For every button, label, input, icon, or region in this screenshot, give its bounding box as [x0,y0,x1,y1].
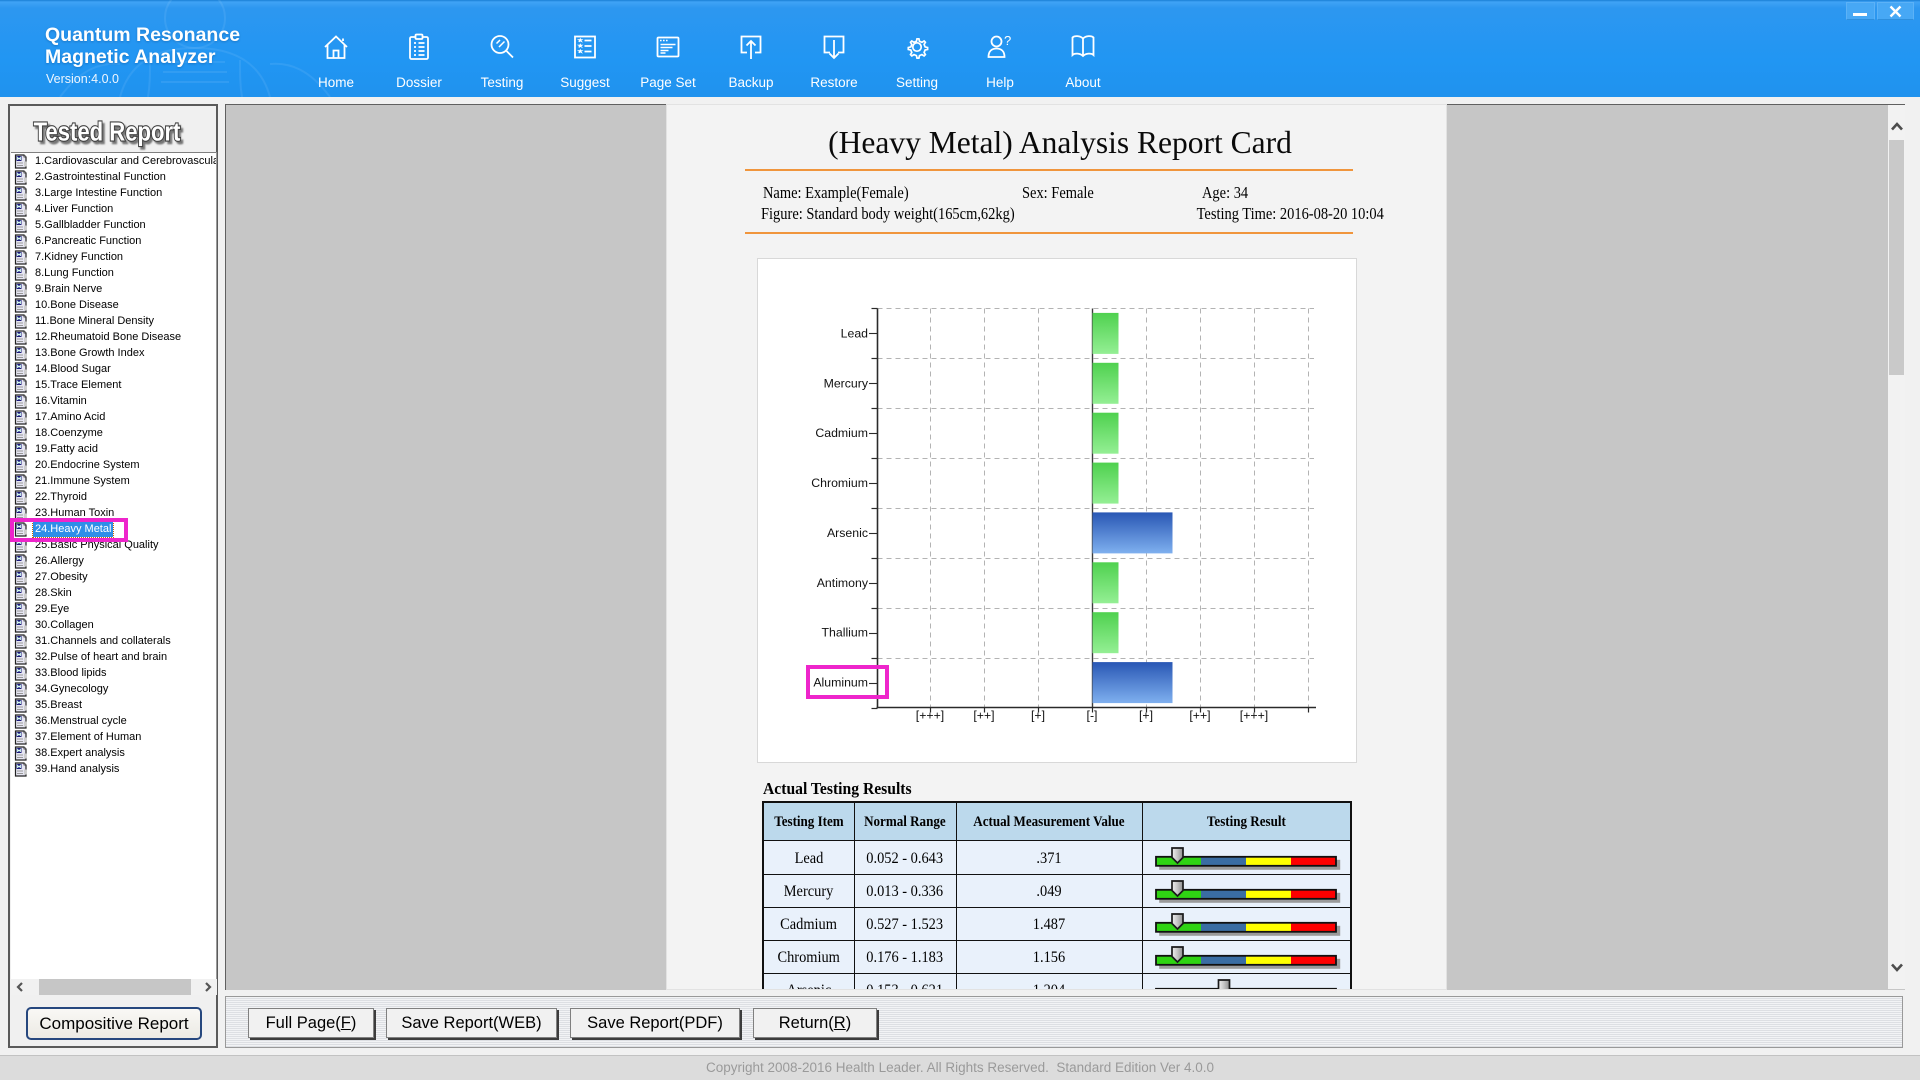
svg-text:[++]: [++] [1189,709,1210,723]
svg-text:?: ? [1004,33,1011,48]
svg-text:Tested Report: Tested Report [34,118,181,147]
svg-text:Cadmium: Cadmium [815,426,868,440]
svg-text:[+++]: [+++] [1240,709,1268,723]
svg-text:Lead: Lead [841,326,869,340]
svg-text:[++]: [++] [973,709,994,723]
svg-text:Arsenic: Arsenic [827,526,868,540]
svg-text:[+]: [+] [1139,709,1153,723]
svg-text:Mercury: Mercury [824,376,869,390]
svg-text:Thallium: Thallium [822,626,868,640]
svg-text:[+]: [+] [1031,709,1045,723]
svg-text:Antimony: Antimony [817,576,869,590]
svg-text:[+++]: [+++] [916,709,944,723]
svg-text:Chromium: Chromium [811,476,868,490]
svg-text:[-]: [-] [1087,709,1098,723]
